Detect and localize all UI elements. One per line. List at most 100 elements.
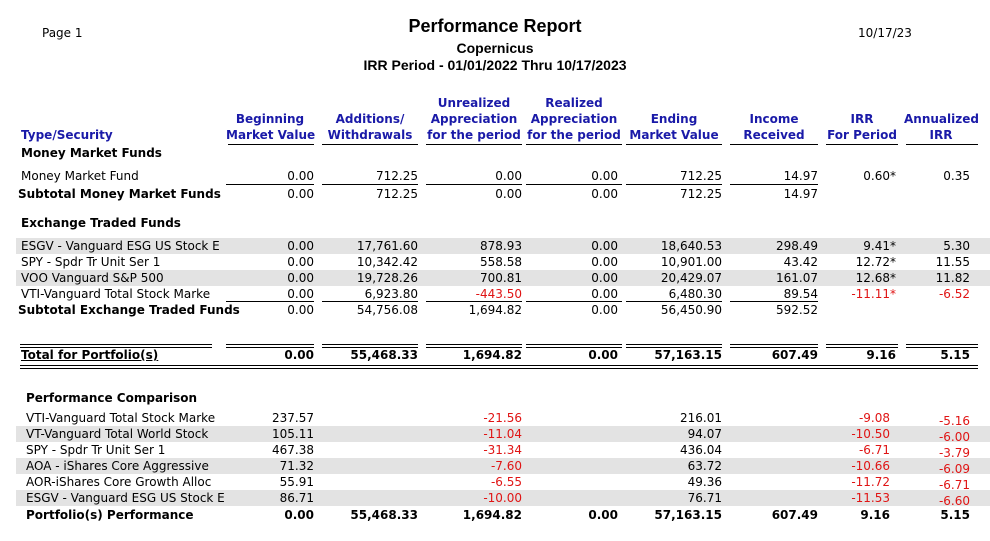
cell-irr: -6.71 [858,443,890,457]
cell-income: 43.42 [783,255,818,269]
table-row: VOO Vanguard S&P 500 0.00 19,728.26 700.… [16,270,990,286]
cell-realized: 0.00 [591,169,618,183]
cell-irr: 0.60* [863,169,896,183]
cell-additions: 712.25 [376,169,418,183]
section-exchange-traded-funds: Exchange Traded Funds [21,216,181,230]
cell-begin: 237.57 [272,411,314,425]
cell-ending: 57,163.15 [654,348,722,362]
cell-unrealized: -31.34 [483,443,522,457]
header-text: for the period [527,128,621,142]
security-name: VTI-Vanguard Total Stock Marke [21,287,211,301]
total-bottom-rule [20,365,978,369]
cell-unrealized: -7.60 [490,459,522,473]
header-text: Appreciation [430,112,518,126]
cell-ending: 20,429.07 [660,271,722,285]
cell-additions: 54,756.08 [356,303,418,317]
header-unrealized-appreciation: Unrealized Appreciation for the period [426,95,522,143]
security-name: VT-Vanguard Total World Stock [26,427,209,441]
cell-begin: 86.71 [279,491,314,505]
header-text: IRR [929,128,953,142]
cell-ending: 63.72 [687,459,722,473]
subtotal-label: Subtotal Money Market Funds [18,187,221,201]
subtotal-rule [322,184,418,185]
header-underline [626,144,722,145]
cell-annualized: 11.82 [935,271,970,285]
header-type-security: Type/Security [21,128,113,142]
header-text: for the period [427,128,521,142]
cell-additions: 55,468.33 [350,508,418,522]
cell-begin: 0.00 [287,239,314,253]
total-label: Total for Portfolio(s) [21,348,159,362]
cell-unrealized: 1,694.82 [462,508,522,522]
cell-begin: 105.11 [272,427,314,441]
header-text: Received [743,128,805,142]
cell-ending: 712.25 [680,187,722,201]
table-row: ESGV - Vanguard ESG US Stock E 0.00 17,7… [16,238,990,254]
cell-ending: 57,163.15 [654,508,722,522]
cell-realized: 0.00 [591,255,618,269]
cell-ending: 76.71 [687,491,722,505]
cell-begin: 71.32 [279,459,314,473]
cell-unrealized: -6.55 [490,475,522,489]
header-beginning-market-value: Beginning Market Value [226,111,315,143]
cell-irr: -10.66 [851,459,890,473]
header-underline [826,144,898,145]
portfolio-performance-label: Portfolio(s) Performance [26,508,194,522]
cell-irr: 9.41* [863,239,896,253]
header-annualized-irr: Annualized IRR [904,111,979,143]
cell-annualized: 5.15 [940,508,970,522]
cell-additions: 712.25 [376,187,418,201]
cell-ending: 216.01 [680,411,722,425]
header-income-received: Income Received [730,111,818,143]
table-row: SPY - Spdr Tr Unit Ser 1 0.00 10,342.42 … [16,254,990,270]
cell-realized: 0.00 [591,187,618,201]
cell-income: 89.54 [783,287,818,301]
cell-begin: 0.00 [284,348,314,362]
header-ending-market-value: Ending Market Value [626,111,722,143]
table-row: AOR-iShares Core Growth Alloc 55.91 -6.5… [16,474,990,492]
security-name: ESGV - Vanguard ESG US Stock E [26,491,225,505]
portfolio-performance-row: Portfolio(s) Performance 0.00 55,468.33 … [16,507,990,523]
header-underline [906,144,978,145]
cell-begin: 55.91 [279,475,314,489]
subtotal-rule [226,184,314,185]
header-text: Appreciation [530,112,618,126]
cell-realized: 0.00 [588,508,618,522]
cell-annualized: 5.15 [940,348,970,362]
cell-additions: 6,923.80 [364,287,418,301]
cell-begin: 467.38 [272,443,314,457]
table-row: ESGV - Vanguard ESG US Stock E 86.71 -10… [16,490,990,508]
cell-irr: 12.68* [855,271,896,285]
cell-additions: 55,468.33 [350,348,418,362]
cell-unrealized: 1,694.82 [462,348,522,362]
cell-begin: 0.00 [287,271,314,285]
header-text: Beginning [235,112,305,126]
cell-irr: -9.08 [858,411,890,425]
table-row: SPY - Spdr Tr Unit Ser 1 467.38 -31.34 4… [16,442,990,460]
header-underline [730,144,818,145]
cell-realized: 0.00 [591,271,618,285]
cell-income: 607.49 [771,348,818,362]
header-text: Ending [650,112,698,126]
cell-begin: 0.00 [287,187,314,201]
cell-unrealized: -10.00 [483,491,522,505]
cell-realized: 0.00 [591,303,618,317]
cell-begin: 0.00 [287,169,314,183]
header-additions-withdrawals: Additions/ Withdrawals [322,111,418,143]
section-money-market: Money Market Funds [21,146,162,160]
cell-ending: 712.25 [680,169,722,183]
cell-income: 14.97 [783,187,818,201]
cell-begin: 0.00 [287,303,314,317]
header-underline [526,144,622,145]
security-name: Money Market Fund [21,169,139,183]
subtotal-label: Subtotal Exchange Traded Funds [18,303,240,317]
cell-ending: 94.07 [687,427,722,441]
cell-unrealized: 558.58 [480,255,522,269]
cell-irr: -11.53 [851,491,890,505]
header-irr-for-period: IRR For Period [826,111,898,143]
header-text: Annualized [904,112,979,126]
header-text: Additions/ [335,112,405,126]
cell-irr: 12.72* [855,255,896,269]
cell-irr: 9.16 [860,508,890,522]
cell-annualized: 5.30 [943,239,970,253]
